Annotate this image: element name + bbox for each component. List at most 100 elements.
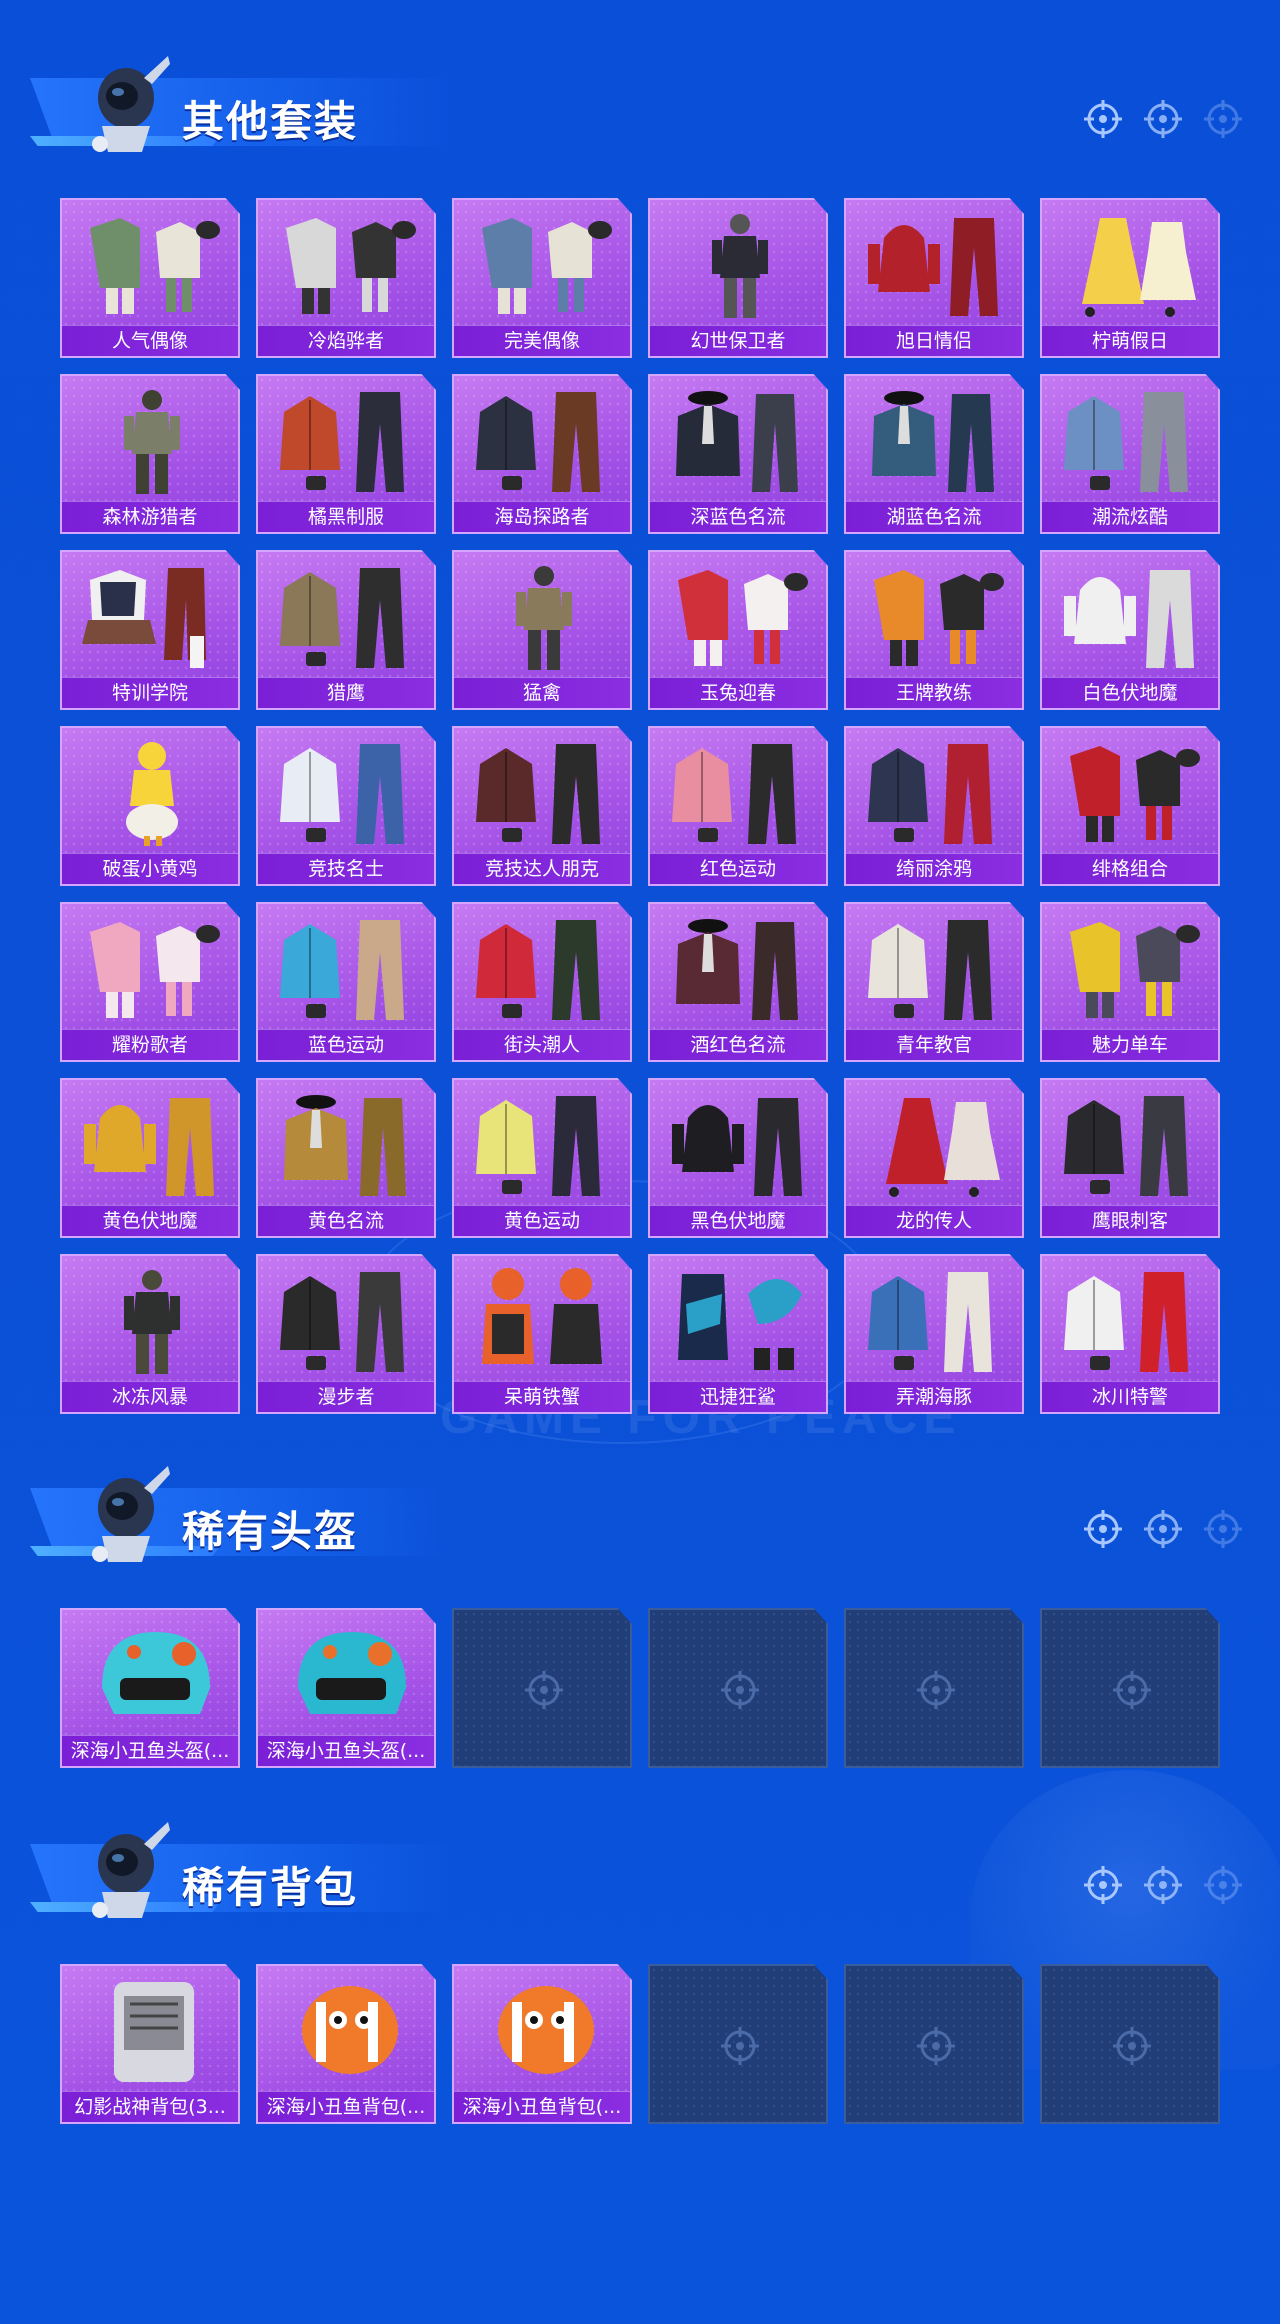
item-card[interactable]: 鹰眼刺客 (1040, 1078, 1220, 1238)
item-card[interactable]: 呆萌铁蟹 (452, 1254, 632, 1414)
helmet-image (102, 1632, 210, 1714)
item-label: 幻影战神背包(3... (62, 2091, 238, 2122)
item-label: 深蓝色名流 (650, 501, 826, 532)
item-card[interactable]: 柠萌假日 (1040, 198, 1220, 358)
item-card[interactable]: 湖蓝色名流 (844, 374, 1024, 534)
item-label: 橘黑制服 (258, 501, 434, 532)
item-label: 迅捷狂鲨 (650, 1381, 826, 1412)
jacket-pants-image (280, 744, 404, 844)
item-label: 漫步者 (258, 1381, 434, 1412)
shark-image (678, 1274, 802, 1370)
item-card[interactable]: 幻影战神背包(3... (60, 1964, 240, 2124)
figure-image (516, 566, 572, 670)
figure-image (124, 390, 180, 494)
target-icon (1204, 1510, 1242, 1548)
item-card[interactable]: 森林游猎者 (60, 374, 240, 534)
dress-image (1082, 218, 1196, 317)
item-card[interactable]: 橘黑制服 (256, 374, 436, 534)
jacket-pants-image (1064, 1272, 1188, 1372)
item-card[interactable]: 潮流炫酷 (1040, 374, 1220, 534)
section-title: 其他套装 (182, 97, 359, 146)
item-label: 黄色运动 (454, 1205, 630, 1236)
item-card[interactable]: 冰川特警 (1040, 1254, 1220, 1414)
item-card[interactable]: 王牌教练 (844, 550, 1024, 710)
empty-slot (1040, 1964, 1220, 2124)
item-card[interactable]: 黄色伏地魔 (60, 1078, 240, 1238)
item-card[interactable]: 破蛋小黄鸡 (60, 726, 240, 886)
outfit-set-image (286, 218, 416, 314)
item-card[interactable]: 魅力单车 (1040, 902, 1220, 1062)
item-label: 魅力单车 (1042, 1029, 1218, 1060)
empty-slot (648, 1608, 828, 1768)
item-card[interactable]: 街头潮人 (452, 902, 632, 1062)
item-card[interactable]: 漫步者 (256, 1254, 436, 1414)
item-label: 冰冻风暴 (62, 1381, 238, 1412)
jacket-pants-image (476, 744, 600, 844)
item-label: 白色伏地魔 (1042, 677, 1218, 708)
jacket-pants-image (476, 1096, 600, 1196)
jacket-pants-image (1064, 1096, 1188, 1196)
item-card[interactable]: 深海小丑鱼头盔(... (256, 1608, 436, 1768)
empty-slot (844, 1608, 1024, 1768)
target-icon (1204, 1866, 1242, 1904)
item-card[interactable]: 海岛探路者 (452, 374, 632, 534)
item-card[interactable]: 弄潮海豚 (844, 1254, 1024, 1414)
item-card[interactable]: 深海小丑鱼背包(... (452, 1964, 632, 2124)
target-icon (721, 1671, 759, 1709)
chick-image (126, 742, 178, 846)
item-card[interactable]: 深海小丑鱼背包(... (256, 1964, 436, 2124)
hoodie-pants-image (84, 1098, 214, 1196)
item-card[interactable]: 青年教官 (844, 902, 1024, 1062)
jacket-pants-image (476, 392, 600, 492)
suit-image (284, 1095, 406, 1196)
figure-image (712, 214, 768, 318)
crab-image (482, 1268, 602, 1364)
item-label: 深海小丑鱼背包(... (258, 2091, 434, 2122)
item-label: 红色运动 (650, 853, 826, 884)
item-card[interactable]: 龙的传人 (844, 1078, 1024, 1238)
item-card[interactable]: 黑色伏地魔 (648, 1078, 828, 1238)
item-card[interactable]: 白色伏地魔 (1040, 550, 1220, 710)
item-label: 酒红色名流 (650, 1029, 826, 1060)
item-card[interactable]: 黄色名流 (256, 1078, 436, 1238)
target-icon (1113, 1671, 1151, 1709)
item-label: 深海小丑鱼背包(... (454, 2091, 630, 2122)
jacket-pants-image (1064, 392, 1188, 492)
item-card[interactable]: 迅捷狂鲨 (648, 1254, 828, 1414)
item-card[interactable]: 旭日情侣 (844, 198, 1024, 358)
item-card[interactable]: 深海小丑鱼头盔(... (60, 1608, 240, 1768)
item-card[interactable]: 竞技名士 (256, 726, 436, 886)
item-card[interactable]: 蓝色运动 (256, 902, 436, 1062)
item-label: 竞技达人朋克 (454, 853, 630, 884)
item-card[interactable]: 绮丽涂鸦 (844, 726, 1024, 886)
item-card[interactable]: 黄色运动 (452, 1078, 632, 1238)
item-card[interactable]: 猛禽 (452, 550, 632, 710)
item-card[interactable]: 猎鹰 (256, 550, 436, 710)
item-card[interactable]: 酒红色名流 (648, 902, 828, 1062)
item-grid: 人气偶像 冷焰骅者 完美偶像 幻世保卫者 旭日情侣 柠萌假日 森林游猎者 橘黑制… (60, 198, 1220, 1414)
empty-slot (452, 1608, 632, 1768)
item-card[interactable]: 玉兔迎春 (648, 550, 828, 710)
jacket-pants-image (672, 744, 796, 844)
item-card[interactable]: 红色运动 (648, 726, 828, 886)
item-card[interactable]: 深蓝色名流 (648, 374, 828, 534)
section-indicators (1082, 98, 1244, 140)
dress-image (886, 1098, 1000, 1197)
item-card[interactable]: 绯格组合 (1040, 726, 1220, 886)
jacket-pants-image (280, 920, 404, 1020)
section-header: 稀有背包 (0, 1806, 1280, 1926)
item-label: 破蛋小黄鸡 (62, 853, 238, 884)
item-card[interactable]: 冰冻风暴 (60, 1254, 240, 1414)
item-card[interactable]: 耀粉歌者 (60, 902, 240, 1062)
item-card[interactable]: 人气偶像 (60, 198, 240, 358)
item-card[interactable]: 竞技达人朋克 (452, 726, 632, 886)
jacket-pants-image (868, 744, 992, 844)
item-card[interactable]: 特训学院 (60, 550, 240, 710)
item-card[interactable]: 完美偶像 (452, 198, 632, 358)
item-card[interactable]: 冷焰骅者 (256, 198, 436, 358)
mascot-icon (92, 1466, 170, 1562)
target-icon (721, 2027, 759, 2065)
item-label: 绮丽涂鸦 (846, 853, 1022, 884)
empty-slot (648, 1964, 828, 2124)
item-card[interactable]: 幻世保卫者 (648, 198, 828, 358)
